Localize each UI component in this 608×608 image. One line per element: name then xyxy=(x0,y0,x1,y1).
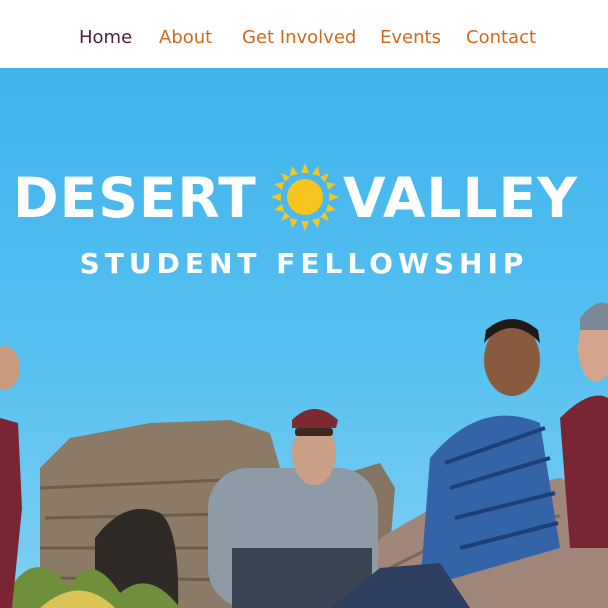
tagline: STUDENT FELLOWSHIP xyxy=(79,247,529,280)
brand-word-valley: VALLEY xyxy=(343,166,578,230)
hero-banner: DESERT VALLEY STUDENT FELLOWSHIP xyxy=(0,68,608,608)
nav-about-link[interactable]: About xyxy=(159,24,212,52)
nav-events-link[interactable]: Events xyxy=(380,24,441,52)
nav-get-involved-link[interactable]: Get Involved xyxy=(242,24,356,52)
sun-icon xyxy=(271,163,339,231)
nav-contact-link[interactable]: Contact xyxy=(466,24,536,52)
top-navigation: Home About Get Involved Events Contact xyxy=(0,0,608,68)
group-photo-image xyxy=(0,302,608,608)
brand-word-desert: DESERT xyxy=(13,166,257,230)
nav-home-link[interactable]: Home xyxy=(79,24,132,52)
